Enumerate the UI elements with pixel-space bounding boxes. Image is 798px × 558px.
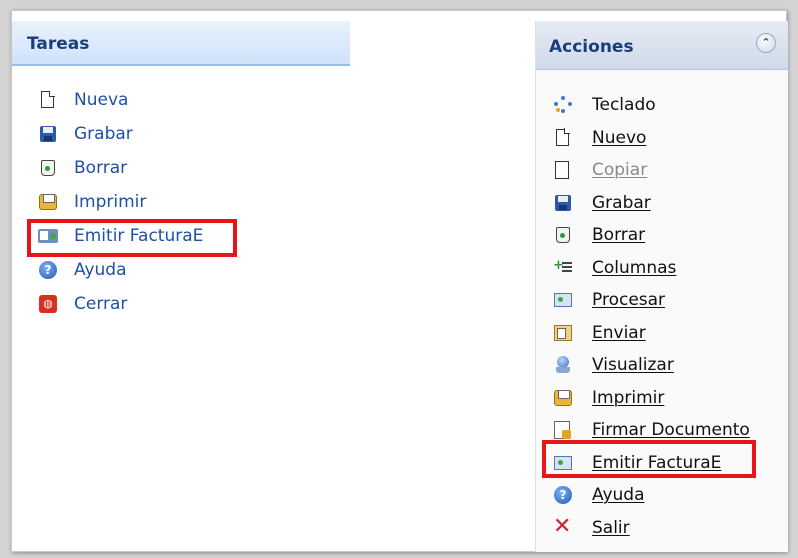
sign-document-icon bbox=[553, 420, 573, 440]
printer-icon bbox=[553, 388, 573, 408]
tarea-label: Cerrar bbox=[74, 294, 128, 314]
accion-label: Nuevo bbox=[592, 127, 647, 148]
send-icon bbox=[553, 323, 573, 343]
new-document-icon bbox=[553, 128, 573, 148]
recycle-bin-icon bbox=[553, 225, 573, 245]
tarea-item-imprimir[interactable]: Imprimir bbox=[38, 185, 203, 219]
tareas-list: Nueva Grabar Borrar Imprimir Emitir Fact… bbox=[38, 83, 203, 321]
tarea-item-borrar[interactable]: Borrar bbox=[38, 151, 203, 185]
exit-x-icon: ✕ bbox=[553, 513, 572, 539]
process-icon bbox=[553, 290, 573, 310]
invoice-icon bbox=[553, 453, 573, 473]
help-icon: ? bbox=[553, 485, 573, 505]
accion-item-procesar[interactable]: Procesar bbox=[553, 284, 750, 317]
invoice-icon bbox=[38, 226, 58, 246]
keyboard-icon bbox=[553, 95, 573, 115]
printer-icon bbox=[38, 192, 58, 212]
accion-label: Enviar bbox=[592, 322, 646, 343]
accion-label: Firmar Documento bbox=[592, 420, 750, 441]
accion-item-emitir-facturae[interactable]: Emitir FacturaE bbox=[553, 447, 750, 480]
tarea-label: Imprimir bbox=[74, 192, 147, 212]
accion-item-enviar[interactable]: Enviar bbox=[553, 317, 750, 350]
accion-item-copiar: Copiar bbox=[553, 154, 750, 187]
accion-item-salir[interactable]: ✕ Salir bbox=[553, 512, 750, 545]
accion-label: Imprimir bbox=[592, 387, 665, 408]
accion-item-teclado[interactable]: Teclado bbox=[553, 89, 750, 122]
accion-item-columnas[interactable]: Columnas bbox=[553, 252, 750, 285]
tarea-item-emitir-facturae[interactable]: Emitir FacturaE bbox=[38, 219, 203, 253]
accion-label: Ayuda bbox=[592, 485, 645, 506]
acciones-header[interactable]: Acciones ⌃ bbox=[536, 21, 788, 70]
acciones-title: Acciones bbox=[549, 37, 634, 57]
help-icon: ? bbox=[38, 260, 58, 280]
tarea-item-cerrar[interactable]: ◍ Cerrar bbox=[38, 287, 203, 321]
close-power-icon: ◍ bbox=[38, 294, 58, 314]
view-icon bbox=[553, 355, 573, 375]
acciones-panel: Acciones ⌃ Teclado Nuevo Copiar Grabar B… bbox=[535, 21, 788, 552]
tareas-header[interactable]: Tareas bbox=[12, 21, 350, 66]
tareas-title: Tareas bbox=[27, 34, 90, 54]
collapse-chevron-icon[interactable]: ⌃ bbox=[756, 33, 776, 53]
save-floppy-icon bbox=[553, 193, 573, 213]
recycle-bin-icon bbox=[38, 158, 58, 178]
accion-label: Borrar bbox=[592, 225, 646, 246]
accion-label: Grabar bbox=[592, 192, 651, 213]
accion-label: Columnas bbox=[592, 257, 677, 278]
copy-icon bbox=[553, 158, 573, 180]
accion-item-grabar[interactable]: Grabar bbox=[553, 187, 750, 220]
tarea-label: Grabar bbox=[74, 124, 133, 144]
new-document-icon bbox=[38, 90, 58, 110]
tarea-label: Ayuda bbox=[74, 260, 127, 280]
accion-item-borrar[interactable]: Borrar bbox=[553, 219, 750, 252]
tarea-item-nueva[interactable]: Nueva bbox=[38, 83, 203, 117]
accion-label: Copiar bbox=[592, 160, 648, 181]
columns-icon bbox=[553, 258, 573, 278]
tarea-label: Nueva bbox=[74, 90, 129, 110]
accion-item-ayuda[interactable]: ? Ayuda bbox=[553, 479, 750, 512]
accion-label: Emitir FacturaE bbox=[592, 452, 722, 473]
accion-label: Teclado bbox=[592, 95, 656, 116]
accion-item-visualizar[interactable]: Visualizar bbox=[553, 349, 750, 382]
accion-item-nuevo[interactable]: Nuevo bbox=[553, 122, 750, 155]
accion-item-firmar-documento[interactable]: Firmar Documento bbox=[553, 414, 750, 447]
tarea-item-ayuda[interactable]: ? Ayuda bbox=[38, 253, 203, 287]
accion-item-imprimir[interactable]: Imprimir bbox=[553, 382, 750, 415]
tarea-label: Emitir FacturaE bbox=[74, 226, 204, 246]
accion-label: Visualizar bbox=[592, 355, 674, 376]
tarea-label: Borrar bbox=[74, 158, 128, 178]
save-floppy-icon bbox=[38, 124, 58, 144]
tarea-item-grabar[interactable]: Grabar bbox=[38, 117, 203, 151]
acciones-list: Teclado Nuevo Copiar Grabar Borrar Colum… bbox=[553, 89, 750, 544]
accion-label: Salir bbox=[592, 517, 630, 538]
accion-label: Procesar bbox=[592, 290, 666, 311]
